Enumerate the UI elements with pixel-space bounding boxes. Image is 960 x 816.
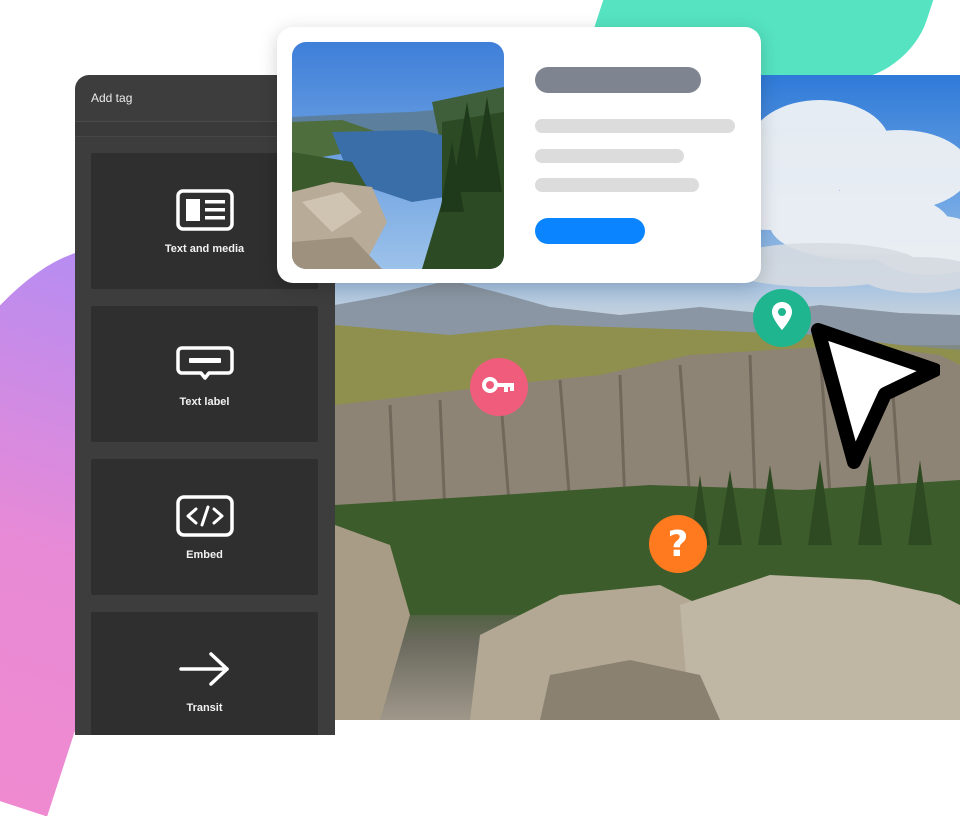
action-button-placeholder[interactable] <box>535 218 645 244</box>
tag-preview-card <box>277 27 761 283</box>
tag-option-label: Text and media <box>164 243 245 255</box>
key-icon <box>482 376 516 399</box>
question-tag-marker[interactable]: ? <box>649 515 707 573</box>
text-placeholder-line <box>535 119 735 133</box>
text-placeholder-line <box>535 178 699 192</box>
lake-photo <box>292 42 504 269</box>
tag-option-label: Transit <box>186 702 223 714</box>
text-and-media-icon <box>175 187 235 233</box>
text-label-icon <box>175 340 235 386</box>
tag-option-label: Text label <box>179 396 230 408</box>
tag-option-label: Embed <box>186 549 223 561</box>
arrow-right-icon <box>175 646 235 692</box>
sidebar-title: Add tag <box>91 91 133 105</box>
tag-option-text-label[interactable]: Text label <box>91 306 318 442</box>
tag-option-embed[interactable]: Embed <box>91 459 318 595</box>
location-tag-marker[interactable] <box>753 289 811 347</box>
key-tag-marker[interactable] <box>470 358 528 416</box>
title-placeholder <box>535 67 701 93</box>
arrow-cursor-icon <box>810 322 942 477</box>
code-embed-icon <box>175 493 235 539</box>
location-pin-icon <box>771 301 793 336</box>
text-placeholder-line <box>535 149 684 163</box>
question-icon: ? <box>667 523 689 565</box>
tag-option-transit[interactable]: Transit <box>91 612 318 735</box>
